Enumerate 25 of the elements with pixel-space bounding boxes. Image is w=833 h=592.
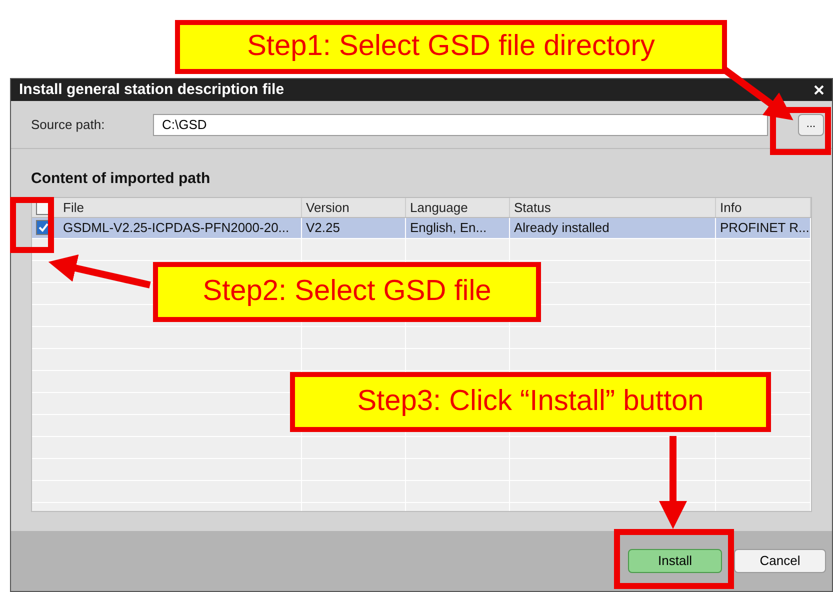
browse-button[interactable]: ...: [798, 114, 824, 136]
window-title: Install general station description file: [19, 80, 284, 100]
source-path-field[interactable]: C:\GSD: [153, 114, 768, 136]
install-button[interactable]: Install: [628, 549, 722, 573]
callout-label: Step1: Select GSD file directory: [175, 20, 727, 74]
table-cell-text: PROFINET R...: [720, 219, 810, 237]
table-cell-text: GSDML-V2.25-ICPDAS-PFN2000-20...: [63, 219, 290, 237]
column-header[interactable]: Status: [514, 198, 551, 217]
table-cell-text: V2.25: [306, 219, 340, 237]
callout-label: Step3: Click “Install” button: [290, 372, 771, 432]
table-row[interactable]: GSDML-V2.25-ICPDAS-PFN2000-20... V2.25 English, En... Already installed PROFINET R...: [32, 218, 811, 238]
column-header[interactable]: Version: [306, 198, 350, 217]
close-icon[interactable]: [814, 85, 824, 95]
section-title: Content of imported path: [30, 169, 212, 189]
cancel-button[interactable]: Cancel: [734, 549, 826, 573]
table-cell-text: Already installed: [514, 219, 610, 237]
highlight-frame: [770, 107, 831, 155]
callout-label: Step2: Select GSD file: [153, 262, 541, 322]
column-header[interactable]: Language: [410, 198, 468, 217]
column-header[interactable]: File: [63, 198, 84, 217]
source-path-label: Source path:: [31, 116, 106, 134]
arrow: [722, 67, 794, 120]
highlight-frame: [10, 197, 54, 253]
column-header[interactable]: Info: [720, 198, 742, 217]
table-cell-text: English, En...: [410, 219, 487, 237]
